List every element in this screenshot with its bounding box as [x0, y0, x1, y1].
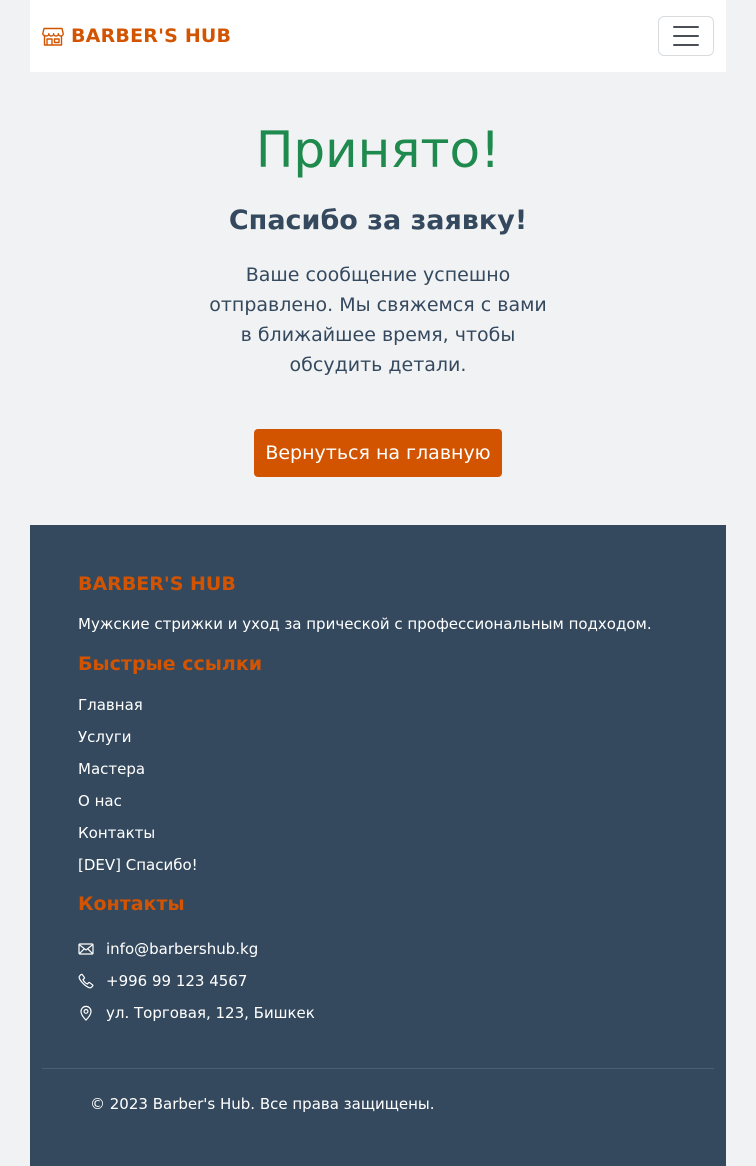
footer-link-home: Главная — [78, 693, 198, 725]
envelope-icon — [78, 941, 94, 957]
navbar: BARBER'S HUB — [30, 0, 726, 72]
footer-link-masters: Мастера — [78, 757, 198, 789]
brand-link[interactable]: BARBER'S HUB — [42, 22, 231, 50]
location-pin-icon — [78, 1005, 94, 1021]
brand-name: BARBER'S HUB — [71, 25, 232, 47]
footer-link[interactable]: О нас — [78, 792, 122, 810]
quick-links-title: Быстрые ссылки — [78, 653, 263, 675]
contact-email: info@barbershub.kg — [78, 933, 315, 965]
page-subtitle: Спасибо за заявку! — [228, 205, 528, 236]
hamburger-menu-icon — [673, 26, 699, 46]
confirmation-message: Ваше сообщение успешно отправлено. Мы св… — [209, 264, 547, 376]
contacts-list: info@barbershub.kg +996 99 123 4567 ул. … — [78, 933, 315, 1029]
footer-link[interactable]: Контакты — [78, 824, 155, 842]
footer-link[interactable]: [DEV] Спасибо! — [78, 856, 198, 874]
footer-link[interactable]: Мастера — [78, 760, 145, 778]
footer-link[interactable]: Услуги — [78, 728, 131, 746]
footer-link-dev-thanks: [DEV] Спасибо! — [78, 853, 198, 885]
page-title: Принято! — [255, 121, 501, 179]
contact-address: ул. Торговая, 123, Бишкек — [78, 997, 315, 1029]
footer-description: Мужские стрижки и уход за прической с пр… — [78, 615, 652, 633]
footer-link[interactable]: Главная — [78, 696, 143, 714]
footer-link-about: О нас — [78, 789, 198, 821]
phone-icon — [78, 973, 94, 989]
footer-link-contacts: Контакты — [78, 821, 198, 853]
back-home-button[interactable]: Вернуться на главную — [254, 429, 502, 477]
page: BARBER'S HUB Принято! Спасибо за заявку!… — [0, 0, 756, 1166]
quick-links-list: Главная Услуги Мастера О нас Контакты [D… — [78, 693, 198, 885]
thank-you-section: Принято! Спасибо за заявку! Ваше сообщен… — [0, 72, 756, 525]
footer: BARBER'S HUB Мужские стрижки и уход за п… — [30, 525, 726, 1166]
contact-phone: +996 99 123 4567 — [78, 965, 315, 997]
footer-link-services: Услуги — [78, 725, 198, 757]
contacts-title: Контакты — [78, 893, 185, 915]
shop-icon — [42, 25, 64, 47]
footer-brand: BARBER'S HUB — [78, 573, 236, 595]
contact-address-text: ул. Торговая, 123, Бишкек — [106, 1004, 315, 1022]
copyright-text: © 2023 Barber's Hub. Все права защищены. — [90, 1095, 435, 1113]
menu-toggle-button[interactable] — [658, 16, 714, 56]
footer-divider — [42, 1068, 714, 1069]
contact-phone-text: +996 99 123 4567 — [106, 972, 248, 990]
contact-email-text: info@barbershub.kg — [106, 940, 259, 958]
